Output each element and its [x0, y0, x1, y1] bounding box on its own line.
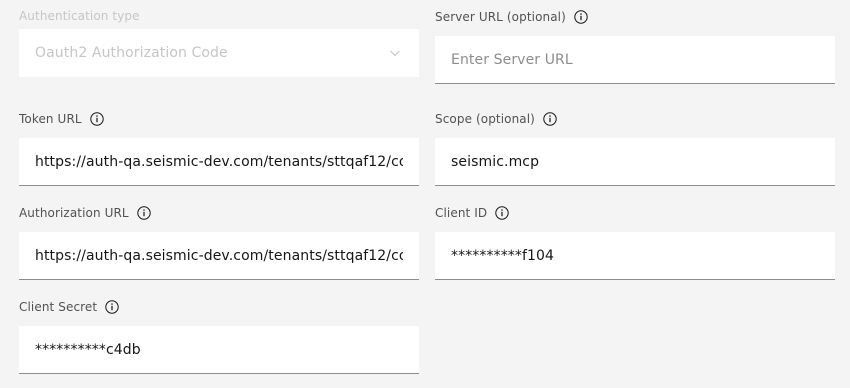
scope-field: Scope (optional) seismic.mcp: [435, 110, 835, 186]
authorization-url-label-row: Authorization URL: [19, 204, 419, 222]
server-url-label: Server URL (optional): [435, 10, 566, 24]
scope-value: seismic.mcp: [451, 153, 540, 170]
client-id-label: Client ID: [435, 206, 488, 220]
token-url-field: Token URL https://auth-qa.seismic-dev.co…: [19, 110, 419, 186]
server-url-label-row: Server URL (optional): [435, 8, 835, 26]
authorization-url-value: https://auth-qa.seismic-dev.com/tenants/…: [35, 247, 403, 264]
info-icon[interactable]: [574, 10, 588, 24]
scope-input[interactable]: seismic.mcp: [435, 138, 835, 186]
auth-type-field: Authentication type Oauth2 Authorization…: [19, 7, 419, 77]
auth-type-label: Authentication type: [19, 9, 140, 23]
info-icon[interactable]: [137, 206, 151, 220]
client-id-value: **********f104: [451, 247, 555, 264]
token-url-input[interactable]: https://auth-qa.seismic-dev.com/tenants/…: [19, 138, 419, 186]
auth-type-select: Oauth2 Authorization Code: [19, 29, 419, 77]
client-secret-label: Client Secret: [19, 300, 98, 314]
authorization-url-input[interactable]: https://auth-qa.seismic-dev.com/tenants/…: [19, 232, 419, 280]
client-secret-label-row: Client Secret: [19, 298, 419, 316]
info-icon[interactable]: [543, 112, 557, 126]
token-url-value: https://auth-qa.seismic-dev.com/tenants/…: [35, 153, 403, 170]
auth-type-label-row: Authentication type: [19, 7, 419, 25]
client-id-field: Client ID **********f104: [435, 204, 835, 280]
client-id-label-row: Client ID: [435, 204, 835, 222]
chevron-down-icon: [387, 45, 403, 61]
client-id-input[interactable]: **********f104: [435, 232, 835, 280]
info-icon[interactable]: [89, 112, 104, 126]
server-url-input[interactable]: Enter Server URL: [435, 36, 835, 84]
scope-label-row: Scope (optional): [435, 110, 835, 128]
server-url-field: Server URL (optional) Enter Server URL: [435, 8, 835, 84]
authorization-url-label: Authorization URL: [19, 206, 129, 220]
token-url-label: Token URL: [19, 112, 82, 126]
auth-type-value: Oauth2 Authorization Code: [35, 44, 228, 61]
info-icon[interactable]: [105, 300, 119, 314]
client-secret-input[interactable]: **********c4db: [19, 326, 419, 374]
authorization-url-field: Authorization URL https://auth-qa.seismi…: [19, 204, 419, 280]
scope-label: Scope (optional): [435, 112, 535, 126]
client-secret-field: Client Secret **********c4db: [19, 298, 419, 374]
server-url-placeholder: Enter Server URL: [451, 51, 573, 68]
token-url-label-row: Token URL: [19, 110, 419, 128]
info-icon[interactable]: [495, 206, 509, 220]
client-secret-value: **********c4db: [35, 341, 141, 358]
